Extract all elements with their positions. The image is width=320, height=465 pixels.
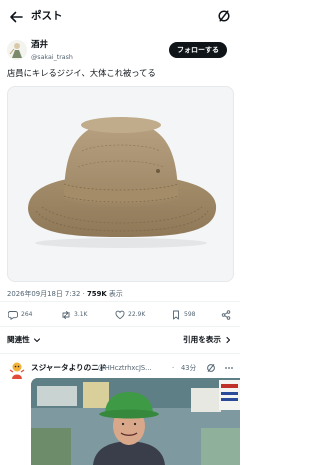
reply-avatar[interactable] (7, 360, 27, 380)
bookmark-button[interactable]: 598 (171, 309, 195, 320)
page-title: ポスト (31, 10, 63, 22)
tweet-timestamp[interactable]: 2026年09月18日 7:32 (7, 290, 80, 298)
chevron-down-icon (33, 338, 40, 343)
author-row: 酒井 @sakai_trash フォローする (7, 38, 235, 66)
arrow-left-icon[interactable] (8, 9, 24, 25)
more-options-icon[interactable] (224, 363, 234, 373)
reply-sort-row: 関連性 引用を表示 (0, 333, 240, 349)
view-count: 759K (87, 290, 107, 298)
share-button[interactable] (221, 309, 234, 320)
reply-item[interactable]: スジャータよりのニド @HHcztrhxcJS... · 43分 (0, 358, 240, 465)
cartoon-avatar-icon (7, 360, 27, 380)
relevance-dropdown[interactable]: 関連性 (7, 335, 41, 345)
grok-icon[interactable] (217, 9, 231, 23)
retweet-icon (62, 310, 70, 319)
meta-separator: · (80, 290, 87, 298)
chevron-right-icon (226, 336, 231, 344)
retweet-count: 3.1K (74, 311, 88, 318)
tweet-text: 店員にキレるジジイ、大体これ被ってる (7, 68, 156, 78)
action-bar: 264 3.1K 22.9K 598 (0, 303, 240, 325)
heart-icon (115, 310, 125, 319)
bucket-hat-icon (28, 117, 217, 248)
relevance-label: 関連性 (7, 335, 30, 344)
author-name[interactable]: 酒井 (31, 40, 48, 51)
grok-icon[interactable] (206, 363, 216, 373)
divider (0, 353, 240, 354)
divider (0, 326, 240, 327)
follow-button[interactable]: フォローする (169, 42, 227, 58)
avatar[interactable] (7, 40, 27, 60)
reply-author-handle[interactable]: @HHcztrhxcJS... (98, 364, 152, 373)
view-label: 表示 (106, 290, 123, 298)
avatar-illustration-icon (7, 40, 27, 60)
share-icon (221, 309, 231, 320)
reply-count: 264 (21, 311, 33, 318)
tweet-image[interactable] (7, 86, 234, 282)
bookmark-icon (173, 310, 179, 319)
like-count: 22.9K (128, 311, 146, 318)
reply-time[interactable]: 43分 (181, 364, 196, 373)
author-handle[interactable]: @sakai_trash (31, 53, 73, 62)
view-quotes-label: 引用を表示 (183, 335, 221, 344)
view-quotes-link[interactable]: 引用を表示 (183, 335, 232, 345)
tweet-meta: 2026年09月18日 7:32 · 759K 表示 (7, 290, 123, 299)
reply-separator: · (172, 364, 175, 372)
top-bar: ポスト (0, 0, 240, 34)
reply-image[interactable] (31, 378, 240, 465)
divider (0, 301, 240, 302)
reply-icon (8, 310, 18, 320)
retweet-button[interactable]: 3.1K (61, 309, 87, 320)
like-button[interactable]: 22.9K (115, 309, 145, 320)
tv-screenshot-image (31, 378, 240, 465)
reply-button[interactable]: 264 (8, 309, 32, 320)
bookmark-count: 598 (184, 311, 196, 318)
reply-author-name[interactable]: スジャータよりのニド (31, 363, 106, 373)
